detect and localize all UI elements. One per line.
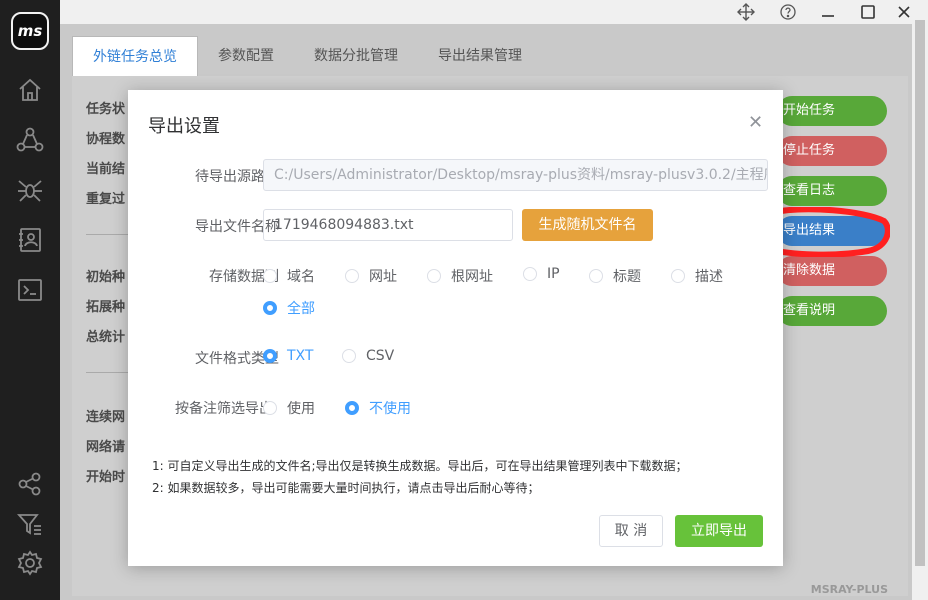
title-bar bbox=[60, 0, 912, 24]
radio-dot[interactable] bbox=[342, 349, 356, 363]
bg-label: 网络请 bbox=[86, 440, 126, 455]
start-task-button[interactable]: 开始任务 bbox=[777, 96, 887, 126]
bg-label: 当前结 bbox=[86, 162, 126, 177]
radio-domain[interactable]: 域名 bbox=[263, 266, 315, 286]
bg-label: 初始种 bbox=[86, 270, 126, 285]
settings-icon[interactable] bbox=[16, 549, 44, 577]
radio-description[interactable]: 描述 bbox=[671, 266, 723, 286]
radio-dot[interactable] bbox=[345, 401, 359, 415]
help-icon[interactable] bbox=[778, 2, 798, 22]
cancel-button[interactable]: 取 消 bbox=[599, 515, 663, 547]
tab-task-overview[interactable]: 外链任务总览 bbox=[72, 36, 198, 77]
radio-dot[interactable] bbox=[523, 267, 537, 281]
radio-not-use[interactable]: 不使用 bbox=[345, 398, 411, 418]
scrollbar[interactable] bbox=[912, 0, 928, 600]
note-line: 1: 可自定义导出生成的文件名;导出仅是转换生成数据。导出后，可在导出结果管理列… bbox=[152, 459, 688, 473]
file-name-label: 导出文件名称 bbox=[195, 219, 279, 235]
radio-dot[interactable] bbox=[263, 349, 277, 363]
export-now-button[interactable]: 立即导出 bbox=[675, 515, 763, 547]
terminal-icon[interactable] bbox=[16, 276, 44, 304]
sidebar: ms bbox=[0, 0, 60, 600]
source-path-label: 待导出源路径 bbox=[195, 169, 279, 185]
dialog-title: 导出设置 bbox=[148, 116, 220, 137]
maximize-icon[interactable] bbox=[858, 2, 878, 22]
export-results-button[interactable]: 导出结果 bbox=[777, 216, 887, 246]
view-log-button[interactable]: 查看日志 bbox=[777, 176, 887, 206]
cluster-icon[interactable] bbox=[16, 470, 44, 498]
move-icon[interactable] bbox=[736, 2, 756, 22]
radio-dot[interactable] bbox=[263, 301, 277, 315]
stop-task-button[interactable]: 停止任务 bbox=[777, 136, 887, 166]
clear-data-button[interactable]: 清除数据 bbox=[777, 256, 887, 286]
radio-ip[interactable]: IP bbox=[523, 266, 560, 282]
export-settings-dialog: 导出设置 ✕ 待导出源路径 C:/Users/Administrator/Des… bbox=[128, 90, 783, 566]
minimize-icon[interactable] bbox=[818, 2, 838, 22]
source-path-input: C:/Users/Administrator/Desktop/msray-plu… bbox=[263, 159, 768, 191]
bg-label: 连续网 bbox=[86, 410, 126, 425]
contact-card-icon[interactable] bbox=[16, 226, 44, 254]
radio-txt[interactable]: TXT bbox=[263, 348, 313, 364]
dialog-close-icon[interactable]: ✕ bbox=[748, 112, 763, 133]
brand-watermark: MSRAY-PLUS bbox=[810, 583, 888, 596]
home-icon[interactable] bbox=[16, 76, 44, 104]
radio-dot[interactable] bbox=[427, 269, 441, 283]
radio-dot[interactable] bbox=[589, 269, 603, 283]
bg-label: 总统计 bbox=[86, 330, 126, 345]
bg-label: 任务状 bbox=[86, 102, 126, 117]
radio-url[interactable]: 网址 bbox=[345, 266, 397, 286]
share-network-icon[interactable] bbox=[16, 126, 44, 154]
app-logo: ms bbox=[11, 12, 49, 50]
remark-filter-label: 按备注筛选导出 bbox=[175, 401, 273, 417]
bg-label: 拓展种 bbox=[86, 300, 126, 315]
radio-root-url[interactable]: 根网址 bbox=[427, 266, 493, 286]
format-label: 文件格式类型 bbox=[195, 351, 279, 367]
tab-batch-management[interactable]: 数据分批管理 bbox=[294, 36, 418, 76]
tab-bar: 外链任务总览 参数配置 数据分批管理 导出结果管理 bbox=[72, 36, 542, 77]
bg-label: 开始时 bbox=[86, 470, 126, 485]
radio-title[interactable]: 标题 bbox=[589, 266, 641, 286]
filter-list-icon[interactable] bbox=[16, 510, 44, 538]
radio-csv[interactable]: CSV bbox=[342, 348, 394, 364]
bg-label: 重复过 bbox=[86, 192, 126, 207]
radio-dot[interactable] bbox=[263, 401, 277, 415]
tab-parameter-config[interactable]: 参数配置 bbox=[198, 36, 294, 76]
generate-random-filename-button[interactable]: 生成随机文件名 bbox=[522, 209, 653, 241]
radio-dot[interactable] bbox=[345, 269, 359, 283]
close-icon[interactable] bbox=[894, 2, 914, 22]
tab-export-results[interactable]: 导出结果管理 bbox=[418, 36, 542, 76]
radio-use[interactable]: 使用 bbox=[263, 398, 315, 418]
note-line: 2: 如果数据较多，导出可能需要大量时间执行，请点击导出后耐心等待； bbox=[152, 481, 540, 495]
scrollbar-thumb[interactable] bbox=[915, 20, 925, 566]
spider-icon[interactable] bbox=[16, 176, 44, 204]
columns-label: 存储数据列 bbox=[209, 269, 279, 285]
view-help-button[interactable]: 查看说明 bbox=[777, 296, 887, 326]
file-name-input[interactable]: 1719468094883.txt bbox=[263, 209, 513, 241]
radio-dot[interactable] bbox=[263, 269, 277, 283]
bg-label: 协程数 bbox=[86, 132, 126, 147]
radio-all[interactable]: 全部 bbox=[263, 298, 315, 318]
radio-dot[interactable] bbox=[671, 269, 685, 283]
